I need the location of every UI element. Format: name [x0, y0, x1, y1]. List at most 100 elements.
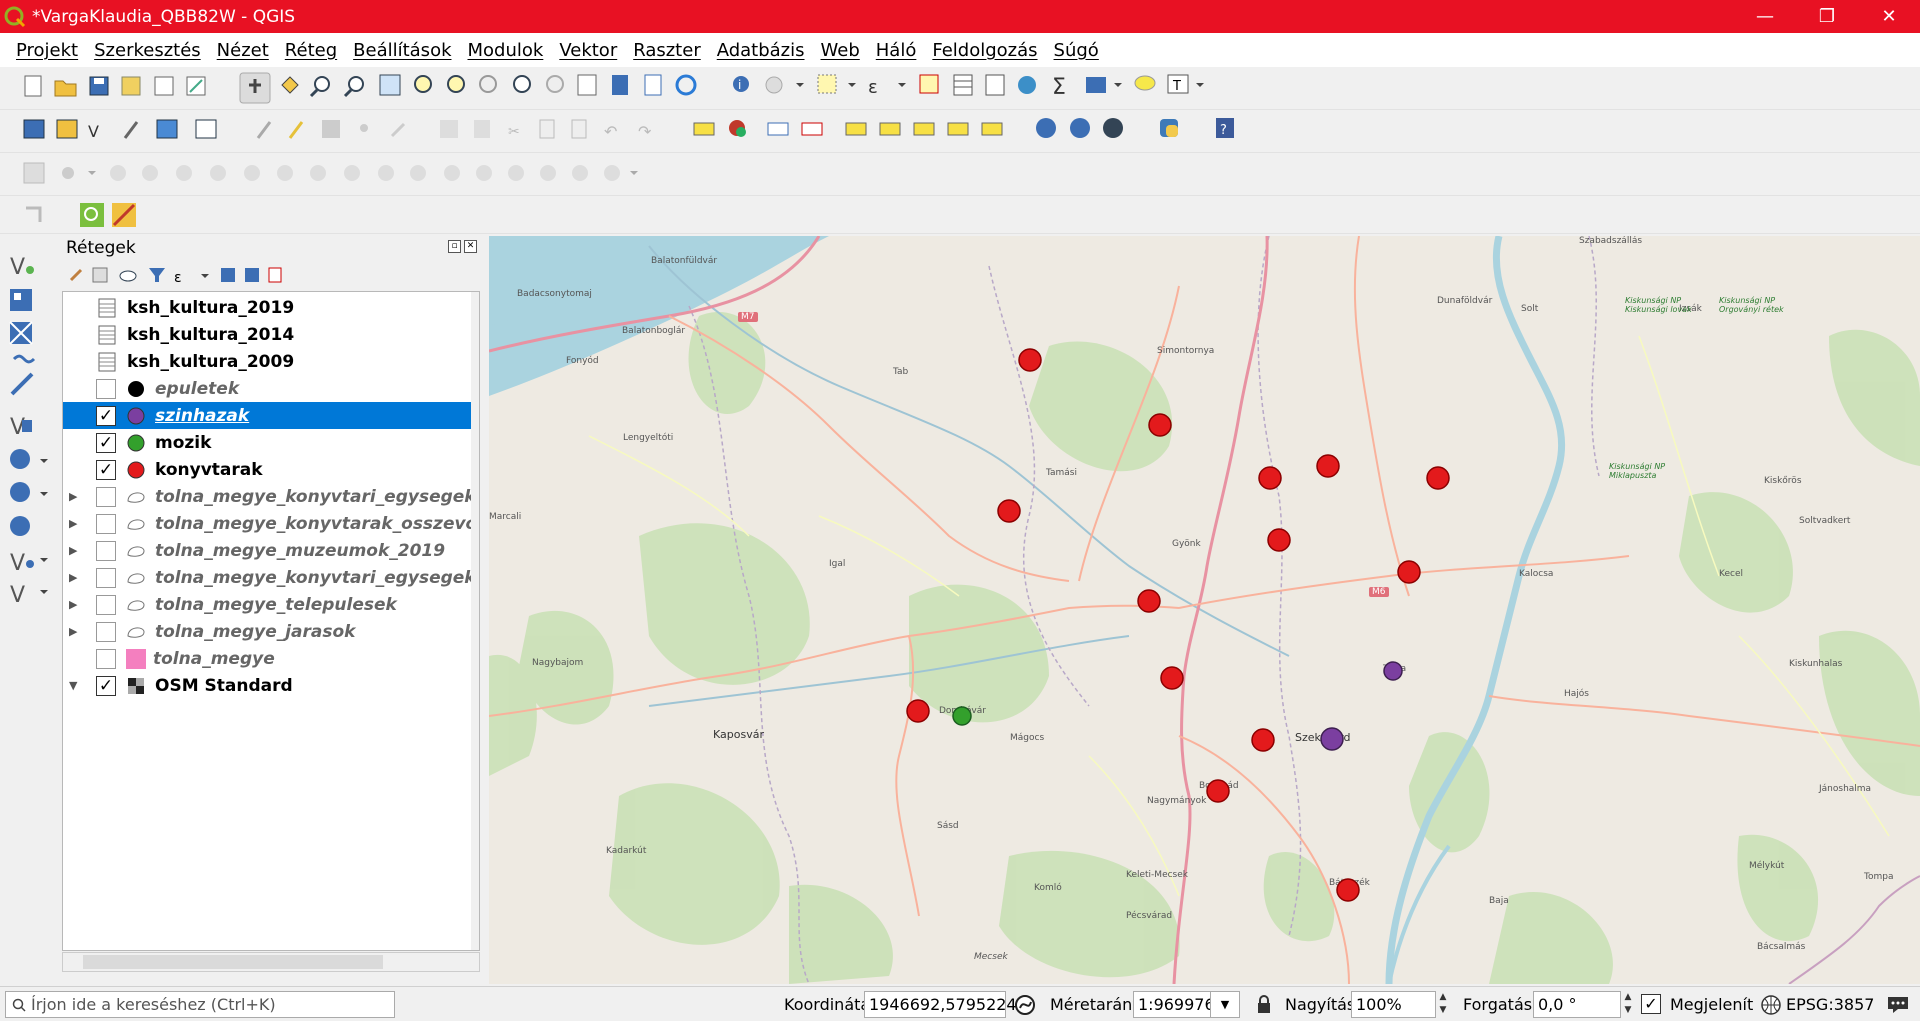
select-by-expression-icon[interactable]: ε — [868, 77, 906, 98]
layer-visibility-checkbox[interactable] — [96, 594, 116, 615]
layer-ksh-kultura-2019[interactable]: ksh_kultura_2019 — [63, 294, 473, 321]
konyvtar-point[interactable] — [1397, 560, 1421, 584]
rotation-spin-icon[interactable]: ▲ ▼ — [1619, 991, 1637, 1018]
add-wms-icon[interactable] — [10, 449, 48, 469]
new-bookmark-icon[interactable] — [612, 75, 628, 95]
layer-visibility-checkbox[interactable] — [96, 621, 116, 642]
layer-muzeumok-2019[interactable]: ▶ tolna_megye_muzeumok_2019 — [63, 537, 473, 564]
toggle-editing-icon[interactable] — [288, 121, 304, 139]
add-vector-layer-icon[interactable]: V — [10, 255, 34, 280]
rotate-point-icon[interactable] — [310, 165, 326, 181]
new-map-view-icon[interactable] — [577, 74, 597, 96]
reshape-icon[interactable] — [110, 165, 126, 181]
identify-icon[interactable]: i — [733, 76, 749, 92]
konyvtar-point[interactable] — [1316, 454, 1340, 478]
layer-osm-standard[interactable]: ▼ ✓ OSM Standard — [63, 672, 473, 699]
offset-curve-icon[interactable] — [142, 165, 158, 181]
zoom-next-icon[interactable] — [546, 75, 564, 93]
konyvtar-point[interactable] — [1137, 589, 1161, 613]
remove-layer-icon[interactable] — [268, 267, 282, 283]
layer-ksh-kultura-2014[interactable]: ksh_kultura_2014 — [63, 321, 473, 348]
plugin-tool-icon[interactable] — [112, 203, 136, 227]
float-panel-button[interactable]: ▫ — [448, 240, 461, 253]
layer-visibility-checkbox[interactable] — [96, 486, 116, 507]
close-panel-button[interactable]: ✕ — [464, 240, 477, 253]
delete-ring-icon[interactable] — [444, 165, 460, 181]
add-part-icon[interactable] — [378, 165, 394, 181]
add-vector-tile-icon[interactable]: V — [10, 583, 48, 608]
expand-arrow-icon[interactable]: ▶ — [69, 625, 81, 638]
processing-toolbox-icon[interactable] — [1018, 76, 1036, 94]
close-button[interactable]: ✕ — [1858, 0, 1920, 33]
zoom-out-icon[interactable] — [343, 76, 364, 98]
manage-themes-icon[interactable] — [119, 270, 137, 282]
delete-selected-icon[interactable] — [474, 120, 490, 138]
layer-visibility-checkbox[interactable]: ✓ — [96, 405, 116, 426]
menu-sugo[interactable]: Súgó — [1046, 40, 1107, 61]
move-label-icon[interactable] — [879, 122, 901, 136]
scrollbar-thumb[interactable] — [83, 955, 383, 969]
save-edits-icon[interactable] — [322, 120, 340, 138]
collapse-arrow-icon[interactable]: ▼ — [69, 679, 81, 692]
scale-dropdown-chevron-icon[interactable]: ▼ — [1210, 991, 1240, 1018]
simplify-icon[interactable] — [344, 165, 360, 181]
redo-icon[interactable]: ↷ — [638, 122, 652, 141]
new-shapefile-icon[interactable]: V — [88, 122, 99, 141]
statistics-icon[interactable]: Σ — [1052, 75, 1066, 100]
virtual-layer-icon[interactable] — [195, 119, 217, 139]
konyvtar-point[interactable] — [1160, 666, 1184, 690]
layout-manager-icon[interactable] — [186, 76, 206, 96]
menu-raszter[interactable]: Raszter — [625, 40, 709, 61]
add-feature-icon[interactable] — [360, 124, 368, 132]
digitize-icon[interactable] — [123, 121, 139, 139]
layer-konyvtarak[interactable]: ✓ konyvtarak — [63, 456, 473, 483]
menu-szerkesztes[interactable]: Szerkesztés — [86, 40, 209, 61]
collapse-all-icon[interactable] — [245, 268, 259, 282]
pan-to-selection-icon[interactable] — [281, 76, 299, 94]
layer-visibility-checkbox[interactable] — [96, 378, 116, 399]
menu-modulok[interactable]: Modulok — [460, 40, 552, 61]
help-icon[interactable]: ? — [1216, 118, 1234, 138]
layer-visibility-checkbox[interactable]: ✓ — [96, 675, 116, 696]
expand-arrow-icon[interactable]: ▶ — [69, 598, 81, 611]
layer-visibility-checkbox[interactable] — [96, 567, 116, 588]
messages-icon[interactable] — [1886, 995, 1910, 1015]
konyvtar-point[interactable] — [997, 499, 1021, 523]
menu-vektor[interactable]: Vektor — [551, 40, 625, 61]
layer-ksh-kultura-2009[interactable]: ksh_kultura_2009 — [63, 348, 473, 375]
python-console-icon[interactable] — [1160, 119, 1178, 137]
layer-telepulesek[interactable]: ▶ tolna_megye_telepulesek — [63, 591, 473, 618]
layer-visibility-checkbox[interactable]: ✓ — [96, 459, 116, 480]
add-xyz-icon[interactable] — [10, 482, 48, 502]
split-features-icon[interactable] — [176, 165, 192, 181]
save-project-icon[interactable] — [89, 76, 109, 96]
wms-icon[interactable] — [1036, 118, 1056, 138]
menu-projekt[interactable]: Projekt — [8, 40, 86, 61]
quickosm-icon[interactable] — [80, 203, 104, 227]
data-source-manager-icon[interactable] — [23, 119, 45, 139]
layer-tolna-megye[interactable]: tolna_megye — [63, 645, 473, 672]
diagram-tool-icon[interactable] — [729, 120, 746, 137]
show-bookmarks-icon[interactable] — [644, 74, 662, 96]
rotation-field[interactable]: 0,0 ° — [1533, 991, 1621, 1018]
menu-beallitasok[interactable]: Beállítások — [345, 40, 459, 61]
expand-arrow-icon[interactable]: ▶ — [69, 490, 81, 503]
layer-konyvtarak-osszevont[interactable]: ▶ tolna_megye_konyvtarak_osszevont — [63, 510, 473, 537]
rotate-label-icon[interactable] — [913, 122, 935, 136]
konyvtar-point[interactable] — [1426, 466, 1450, 490]
crs-globe-icon[interactable] — [1760, 994, 1782, 1016]
map-tips-icon[interactable] — [1134, 75, 1156, 91]
magnifier-spin-icon[interactable]: ▲ ▼ — [1434, 991, 1452, 1018]
add-postgis-icon[interactable]: V — [10, 415, 32, 440]
add-spatialite-icon[interactable] — [10, 372, 34, 396]
konyvtar-point[interactable] — [1336, 878, 1360, 902]
rotate-feature-icon[interactable] — [572, 165, 588, 181]
render-checkbox[interactable]: ✓ — [1641, 994, 1661, 1014]
layer-konyvtari-egysegek-201[interactable]: ▶ tolna_megye_konyvtari_egysegek_201 — [63, 564, 473, 591]
scale-field[interactable]: 1:969976 — [1133, 991, 1215, 1018]
zoom-last-icon[interactable] — [513, 75, 531, 93]
highlight-pinned-icon[interactable] — [767, 122, 789, 136]
lock-scale-icon[interactable] — [1256, 995, 1272, 1015]
konyvtar-point[interactable] — [1267, 528, 1291, 552]
add-group-icon[interactable] — [92, 267, 108, 283]
